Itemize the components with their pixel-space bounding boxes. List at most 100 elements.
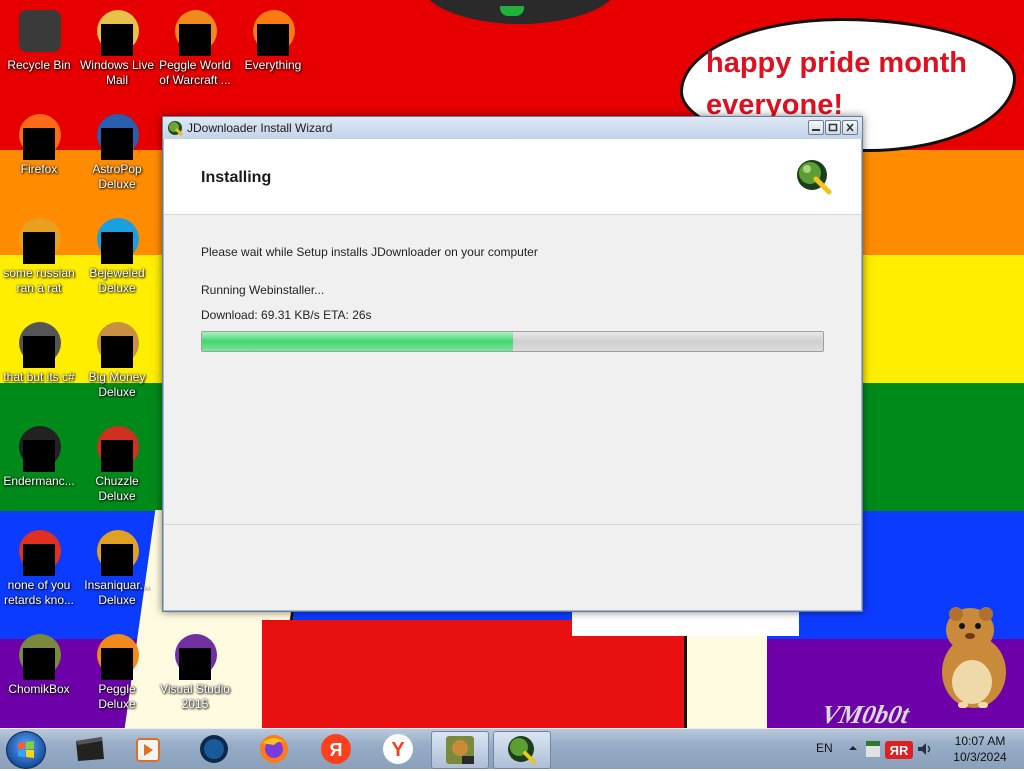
svg-text:Y: Y xyxy=(391,739,405,761)
desktop-icon-label: Big Money Deluxe xyxy=(88,370,146,399)
firefox-icon xyxy=(15,112,63,160)
desktop-icon-label: Visual Studio 2015 xyxy=(160,682,230,711)
desktop-icon-label: Peggle World of Warcraft ... xyxy=(159,58,231,87)
desktop-icon-bejeweled-deluxe[interactable]: Bejeweled Deluxe xyxy=(78,210,156,296)
wizard-header: Installing xyxy=(164,139,861,215)
game-icon xyxy=(93,424,141,472)
taskbar-chomikbox[interactable] xyxy=(431,731,489,769)
desktop-icon-big-money-deluxe[interactable]: Big Money Deluxe xyxy=(78,314,156,400)
title-bar[interactable]: JDownloader Install Wizard xyxy=(163,117,862,139)
progress-fill xyxy=(202,332,513,351)
jdownloader-icon xyxy=(508,736,536,764)
status-text: Running Webinstaller... xyxy=(201,283,325,297)
desktop-icon-firefox[interactable]: Firefox xyxy=(0,106,78,177)
clock-time: 10:07 AM xyxy=(954,734,1006,748)
folder-icon xyxy=(76,737,104,761)
maximize-icon xyxy=(828,123,838,132)
search-app-icon xyxy=(249,8,297,56)
desktop-icon-recycle-bin[interactable]: Recycle Bin xyxy=(0,2,78,73)
app-icon xyxy=(15,216,63,264)
desktop-icon-label: Chuzzle Deluxe xyxy=(95,474,139,503)
terminal-icon xyxy=(15,424,63,472)
taskbar-firefox[interactable] xyxy=(246,731,302,767)
visual-studio-icon xyxy=(171,632,219,680)
close-icon xyxy=(846,123,854,132)
desktop-icon-chuzzle-deluxe[interactable]: Chuzzle Deluxe xyxy=(78,418,156,504)
clock-date: 10/3/2024 xyxy=(953,750,1007,764)
desktop-icon-visual-studio-2015[interactable]: Visual Studio 2015 xyxy=(156,626,234,712)
money-bag-icon xyxy=(93,320,141,368)
desktop-icon-astropop-deluxe[interactable]: AstroPop Deluxe xyxy=(78,106,156,192)
taskbar-yandex-browser[interactable]: Y xyxy=(370,731,426,767)
desktop-icon-label: none of you retards kno... xyxy=(3,578,75,607)
windows-icon xyxy=(15,320,63,368)
desktop-icon-insaniquar-deluxe[interactable]: Insaniquar... Deluxe xyxy=(78,522,156,608)
speech-bubble-text: happy pride month everyone! xyxy=(706,47,967,121)
desktop-icon-none-of-you-retards-kno[interactable]: none of you retards kno... xyxy=(0,522,78,608)
peggle-icon xyxy=(171,8,219,56)
desktop-icon-label: AstroPop Deluxe xyxy=(92,162,142,191)
start-button[interactable] xyxy=(6,731,46,769)
desktop-icon-label: Firefox xyxy=(20,162,58,176)
yandex-browser-icon: Y xyxy=(383,734,413,764)
minimize-icon xyxy=(812,129,820,131)
desktop-icon-some-russian-ran-a-rat[interactable]: some russian ran a rat xyxy=(0,210,78,296)
taskbar-yandex[interactable]: Я xyxy=(308,731,364,767)
show-hidden-icons-icon[interactable] xyxy=(848,743,858,753)
desktop-icon-label: Windows Live Mail xyxy=(79,58,155,87)
taskbar-media-player[interactable] xyxy=(120,731,176,767)
desktop-icon-endermanc[interactable]: Endermanc... xyxy=(0,418,78,489)
taskbar: Я Y EN ЯR 10:07 AM 10/3/2024 xyxy=(0,728,1024,769)
chomikbox-icon xyxy=(446,736,474,764)
wait-message: Please wait while Setup installs JDownlo… xyxy=(201,245,538,259)
desktop-icon-that-but-its-c[interactable]: that but its c# xyxy=(0,314,78,385)
volume-icon[interactable] xyxy=(916,741,934,757)
close-button[interactable] xyxy=(842,120,858,135)
desktop-icon-label: Everything xyxy=(244,58,302,72)
game-icon xyxy=(93,112,141,160)
progress-bar xyxy=(201,331,824,352)
installer-window[interactable]: JDownloader Install Wizard Installing Pl… xyxy=(162,116,863,612)
flag-icon[interactable] xyxy=(864,739,882,759)
yandex-tray-icon[interactable]: ЯR xyxy=(884,739,914,761)
mail-icon xyxy=(93,8,141,56)
fish-icon xyxy=(93,528,141,576)
desktop-icon-label: Peggle Deluxe xyxy=(98,682,136,711)
media-player-icon xyxy=(136,738,160,762)
desktop-icon-label: some russian ran a rat xyxy=(3,266,75,295)
desktop-icon-label: Bejeweled Deluxe xyxy=(89,266,145,295)
language-indicator[interactable]: EN xyxy=(816,741,833,755)
system-tray: EN ЯR 10:07 AM 10/3/2024 xyxy=(810,729,1024,769)
maximize-button[interactable] xyxy=(825,120,841,135)
desktop-icon-label: ChomikBox xyxy=(8,682,70,696)
desktop-icon-chomikbox[interactable]: ChomikBox xyxy=(0,626,78,697)
windows-logo-icon xyxy=(18,741,34,758)
clock[interactable]: 10:07 AM 10/3/2024 xyxy=(940,733,1020,765)
chomikbox-icon xyxy=(15,632,63,680)
wallpaper-watermark: VM0b0t xyxy=(819,700,912,728)
desktop-icon-label: that but its c# xyxy=(3,370,75,384)
hamster-icon xyxy=(942,607,1006,708)
globe-icon xyxy=(200,735,228,763)
desktop-icon-peggle-deluxe[interactable]: Peggle Deluxe xyxy=(78,626,156,712)
peggle-icon xyxy=(93,632,141,680)
wallpaper-red-shape xyxy=(262,620,692,728)
desktop-icon-windows-live-mail[interactable]: Windows Live Mail xyxy=(78,2,156,88)
window-title: JDownloader Install Wizard xyxy=(187,121,333,135)
desktop-icon-everything[interactable]: Everything xyxy=(234,2,312,73)
firefox-icon xyxy=(260,735,288,763)
taskbar-app[interactable] xyxy=(186,731,242,767)
jdownloader-logo-icon xyxy=(797,160,832,195)
footer-divider xyxy=(164,524,861,525)
svg-text:Я: Я xyxy=(330,740,343,760)
yandex-icon: Я xyxy=(321,734,351,764)
jdownloader-icon xyxy=(168,121,183,136)
taskbar-explorer[interactable] xyxy=(62,731,118,767)
taskbar-jdownloader[interactable] xyxy=(493,731,551,769)
app-icon xyxy=(15,528,63,576)
desktop-icon-label: Insaniquar... Deluxe xyxy=(84,578,150,607)
minimize-button[interactable] xyxy=(808,120,824,135)
desktop-icon-peggle-world-of-warcraft[interactable]: Peggle World of Warcraft ... xyxy=(156,2,234,88)
download-info: Download: 69.31 KB/s ETA: 26s xyxy=(201,308,372,322)
svg-text:ЯR: ЯR xyxy=(890,743,909,758)
